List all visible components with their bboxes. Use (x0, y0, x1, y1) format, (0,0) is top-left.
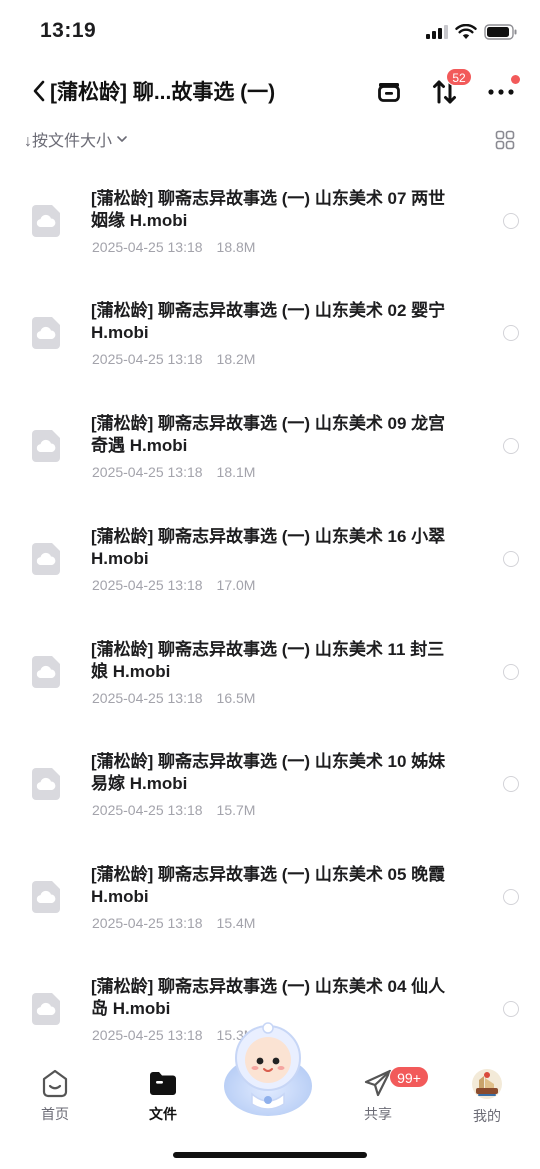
file-size: 16.5M (216, 690, 256, 706)
file-name: [蒲松龄] 聊斋志异故事选 (一) 山东美术 10 姊妹易嫁 H.mobi (91, 752, 446, 793)
file-size: 18.1M (216, 464, 256, 480)
file-row[interactable]: [蒲松龄] 聊斋志异故事选 (一) 山东美术 09 龙宫奇遇 H.mobi 20… (0, 393, 540, 505)
sort-bar: ↓按文件大小 (0, 122, 540, 158)
file-meta: 2025-04-25 13:18 18.1M (92, 464, 255, 480)
select-radio[interactable] (503, 889, 519, 905)
select-radio[interactable] (503, 438, 519, 454)
tab-home-label: 首页 (41, 1106, 69, 1122)
page-title: [蒲松龄] 聊...故事选 (一) (50, 81, 276, 104)
cloud-file-icon (32, 768, 60, 800)
file-name: [蒲松龄] 聊斋志异故事选 (一) 山东美术 05 晚霞 H.mobi (91, 865, 446, 906)
file-name: [蒲松龄] 聊斋志异故事选 (一) 山东美术 04 仙人岛 H.mobi (91, 977, 446, 1018)
file-meta: 2025-04-25 13:18 16.5M (92, 690, 255, 706)
battery-icon (484, 24, 517, 40)
cloud-file-icon (32, 656, 60, 688)
box-icon[interactable] (372, 74, 406, 108)
cellular-signal-icon (426, 25, 448, 39)
cloud-file-icon (32, 543, 60, 575)
file-meta: 2025-04-25 13:18 18.2M (92, 351, 255, 367)
tab-mine-label: 我的 (473, 1108, 501, 1124)
file-size: 18.2M (216, 351, 256, 367)
chevron-down-icon (117, 136, 127, 142)
cloud-file-icon (32, 430, 60, 462)
file-list: [蒲松龄] 聊斋志异故事选 (一) 山东美术 07 两世姻缘 H.mobi 20… (0, 168, 540, 1048)
file-meta: 2025-04-25 13:18 15.7M (92, 802, 255, 818)
cloud-file-icon (32, 205, 60, 237)
file-name: [蒲松龄] 聊斋志异故事选 (一) 山东美术 02 婴宁 H.mobi (91, 301, 446, 342)
tab-home[interactable]: 首页 (20, 1068, 90, 1128)
cloud-file-icon (32, 317, 60, 349)
file-meta: 2025-04-25 13:18 15.4M (92, 915, 255, 931)
folder-icon (150, 1072, 176, 1095)
tab-files-label: 文件 (149, 1106, 177, 1122)
home-face-icon (42, 1069, 68, 1098)
file-size: 18.8M (216, 239, 256, 255)
select-radio[interactable] (503, 776, 519, 792)
profile-avatar-icon (472, 1069, 502, 1099)
file-row[interactable]: [蒲松龄] 聊斋志异故事选 (一) 山东美术 11 封三娘 H.mobi 202… (0, 619, 540, 731)
sort-by-size-button[interactable]: ↓按文件大小 (24, 127, 129, 151)
wifi-icon (455, 24, 477, 39)
file-date: 2025-04-25 13:18 (92, 577, 203, 593)
cloud-file-icon (32, 993, 60, 1025)
file-name: [蒲松龄] 聊斋志异故事选 (一) 山东美术 11 封三娘 H.mobi (91, 640, 445, 681)
file-row[interactable]: [蒲松龄] 聊斋志异故事选 (一) 山东美术 10 姊妹易嫁 H.mobi 20… (0, 731, 540, 843)
file-date: 2025-04-25 13:18 (92, 915, 203, 931)
file-date: 2025-04-25 13:18 (92, 351, 203, 367)
file-name: [蒲松龄] 聊斋志异故事选 (一) 山东美术 16 小翠 H.mobi (91, 527, 446, 568)
assistant-mascot-button[interactable] (222, 1016, 314, 1120)
home-indicator (173, 1152, 367, 1158)
cloud-file-icon (32, 881, 60, 913)
status-icons (426, 22, 518, 42)
sort-label: ↓按文件大小 (24, 133, 113, 150)
file-size: 15.4M (216, 915, 256, 931)
file-row[interactable]: [蒲松龄] 聊斋志异故事选 (一) 山东美术 05 晚霞 H.mobi 2025… (0, 844, 540, 956)
file-row[interactable]: [蒲松龄] 聊斋志异故事选 (一) 山东美术 07 两世姻缘 H.mobi 20… (0, 168, 540, 280)
status-bar: 13:19 (0, 0, 540, 62)
transfer-count-badge: 52 (446, 68, 472, 86)
file-name: [蒲松龄] 聊斋志异故事选 (一) 山东美术 07 两世姻缘 H.mobi (91, 189, 446, 230)
select-radio[interactable] (503, 325, 519, 341)
file-name: [蒲松龄] 聊斋志异故事选 (一) 山东美术 09 龙宫奇遇 H.mobi (91, 414, 446, 455)
file-meta: 2025-04-25 13:18 18.8M (92, 239, 255, 255)
file-size: 15.7M (216, 802, 256, 818)
more-notification-dot (511, 75, 520, 84)
status-time: 13:19 (40, 19, 97, 42)
select-radio[interactable] (503, 1001, 519, 1017)
file-meta: 2025-04-25 13:18 17.0M (92, 577, 255, 593)
back-chevron-icon[interactable] (30, 78, 48, 104)
file-date: 2025-04-25 13:18 (92, 802, 203, 818)
share-count-badge: 99+ (389, 1066, 429, 1088)
file-size: 17.0M (216, 577, 256, 593)
file-row[interactable]: [蒲松龄] 聊斋志异故事选 (一) 山东美术 16 小翠 H.mobi 2025… (0, 506, 540, 618)
select-radio[interactable] (503, 551, 519, 567)
tab-share-label: 共享 (364, 1106, 392, 1122)
file-date: 2025-04-25 13:18 (92, 464, 203, 480)
file-row[interactable]: [蒲松龄] 聊斋志异故事选 (一) 山东美术 02 婴宁 H.mobi 2025… (0, 280, 540, 392)
grid-view-icon[interactable] (495, 130, 515, 150)
select-radio[interactable] (503, 213, 519, 229)
select-radio[interactable] (503, 664, 519, 680)
file-date: 2025-04-25 13:18 (92, 239, 203, 255)
file-date: 2025-04-25 13:18 (92, 1027, 203, 1043)
file-date: 2025-04-25 13:18 (92, 690, 203, 706)
tab-mine[interactable]: 我的 (452, 1068, 522, 1128)
tab-files[interactable]: 文件 (128, 1068, 198, 1128)
